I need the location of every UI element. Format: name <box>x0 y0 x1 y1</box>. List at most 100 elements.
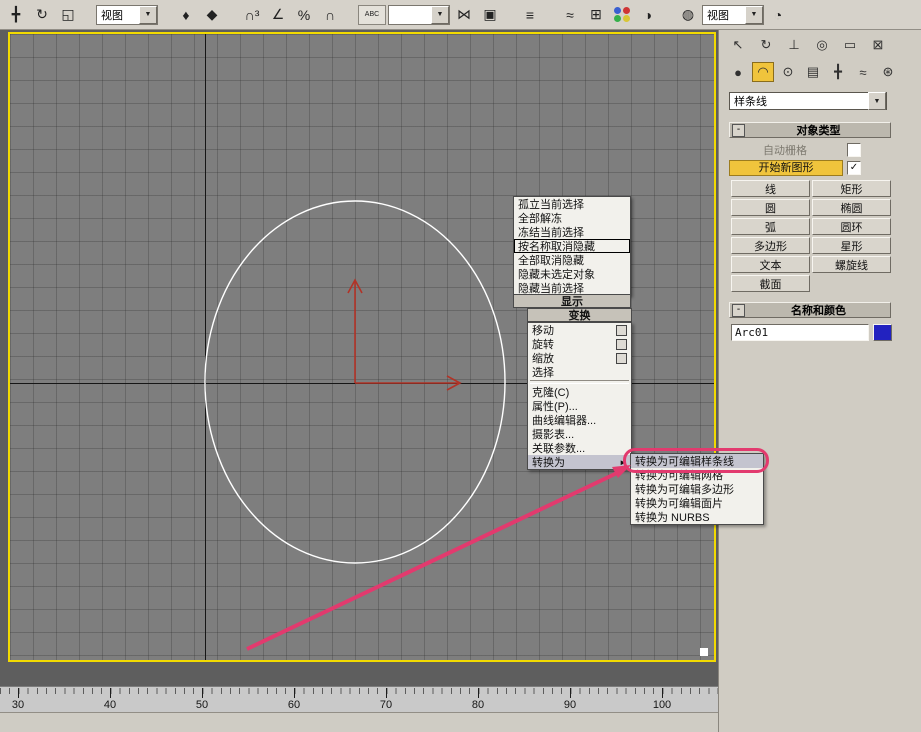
display-menu-item[interactable]: 按名称取消隐藏 <box>514 239 630 253</box>
reference-coordinate-system-combo[interactable]: 视图▼ <box>96 5 158 25</box>
display-tab-icon[interactable]: ▭ <box>839 35 861 55</box>
systems-category-icon[interactable]: ⊛ <box>877 62 899 82</box>
transform-menu-item[interactable]: 关联参数... <box>528 441 631 455</box>
quick-render-icon[interactable]: ◔ <box>766 4 790 26</box>
object-color-swatch[interactable] <box>873 324 892 341</box>
convert-to-submenu: 转换为可编辑样条线转换为可编辑网格转换为可编辑多边形转换为可编辑面片转换为 NU… <box>630 453 764 525</box>
convert-submenu-item[interactable]: 转换为可编辑网格 <box>631 468 763 482</box>
start-new-shape-label: 开始新图形 <box>729 160 843 176</box>
command-panel: ↖↻⊥◎▭⊠ ●◠⊙▤╋≈⊛ 样条线 ▼ - 对象类型 自动栅格 开始新图形 ✓… <box>718 30 921 732</box>
transform-menu-item[interactable]: 曲线编辑器... <box>528 413 631 427</box>
shape-button[interactable]: 星形 <box>812 237 891 254</box>
layer-manager-icon[interactable]: ≡ <box>518 4 542 26</box>
combo-dropdown-arrow-icon[interactable]: ▼ <box>431 6 449 24</box>
transform-menu-item-label: 转换为 <box>532 454 565 470</box>
select-and-scale-icon[interactable]: ◱ <box>56 4 80 26</box>
settings-box-icon[interactable] <box>616 339 627 350</box>
curve-editor-icon[interactable]: ≈ <box>558 4 582 26</box>
settings-box-icon[interactable] <box>616 353 627 364</box>
collapse-icon[interactable]: - <box>732 124 745 137</box>
convert-submenu-item[interactable]: 转换为 NURBS <box>631 510 763 524</box>
convert-submenu-item[interactable]: 转换为可编辑多边形 <box>631 482 763 496</box>
transform-menu-item-label: 选择 <box>532 364 554 380</box>
display-menu-item[interactable]: 孤立当前选择 <box>514 197 630 211</box>
display-menu-item[interactable]: 隐藏当前选择 <box>514 281 630 295</box>
name-color-rollout-header[interactable]: - 名称和颜色 <box>729 302 891 318</box>
motion-tab-icon[interactable]: ◎ <box>811 35 833 55</box>
shapes-category-icon[interactable]: ◠ <box>752 62 774 82</box>
space-warps-category-icon[interactable]: ≈ <box>852 62 874 82</box>
transform-menu-item[interactable]: 移动 <box>528 323 631 337</box>
edit-named-selection-sets-icon[interactable]: ABC <box>358 5 386 25</box>
track-bar-ruler[interactable]: 30405060708090100 <box>0 686 718 713</box>
select-and-rotate-icon[interactable]: ↻ <box>30 4 54 26</box>
ruler-label: 40 <box>104 699 116 711</box>
rollout-title: 名称和颜色 <box>747 302 890 318</box>
use-center-flyout-icon[interactable]: ♦ <box>174 4 198 26</box>
shape-button[interactable]: 截面 <box>731 275 810 292</box>
material-editor-icon[interactable] <box>610 4 634 26</box>
autogrid-checkbox[interactable] <box>847 143 861 157</box>
transform-menu-item[interactable]: 摄影表... <box>528 427 631 441</box>
shape-type-combo[interactable]: 样条线 ▼ <box>729 92 887 110</box>
display-menu-item[interactable]: 冻结当前选择 <box>514 225 630 239</box>
shape-button[interactable]: 圆 <box>731 199 810 216</box>
transform-menu-item[interactable]: 选择 <box>528 365 631 379</box>
schematic-view-icon[interactable]: ⊞ <box>584 4 608 26</box>
ruler-major-tick <box>478 688 479 698</box>
shape-button[interactable]: 弧 <box>731 218 810 235</box>
display-menu-item[interactable]: 全部解冻 <box>514 211 630 225</box>
object-name-field[interactable]: Arc01 <box>731 324 869 341</box>
render-type-teapot-icon[interactable]: ◍ <box>676 4 700 26</box>
shape-type-combo-value: 样条线 <box>734 93 767 109</box>
hierarchy-tab-icon[interactable]: ⊥ <box>783 35 805 55</box>
shape-button[interactable]: 矩形 <box>812 180 891 197</box>
render-viewport-combo[interactable]: 视图▼ <box>702 5 764 25</box>
display-menu-item[interactable]: 全部取消隐藏 <box>514 253 630 267</box>
combo-dropdown-arrow-icon[interactable]: ▼ <box>745 6 763 24</box>
settings-box-icon[interactable] <box>616 325 627 336</box>
combo-dropdown-arrow-icon[interactable]: ▼ <box>139 6 157 24</box>
geometry-category-icon[interactable]: ● <box>727 62 749 82</box>
angle-snap-icon[interactable]: ∠ <box>266 4 290 26</box>
ruler-label: 60 <box>288 699 300 711</box>
shape-button[interactable]: 文本 <box>731 256 810 273</box>
lights-category-icon[interactable]: ⊙ <box>777 62 799 82</box>
cameras-category-icon[interactable]: ▤ <box>802 62 824 82</box>
quad-display-header[interactable]: 显示 <box>513 294 631 308</box>
utilities-tab-icon[interactable]: ⊠ <box>867 35 889 55</box>
convert-submenu-item[interactable]: 转换为可编辑面片 <box>631 496 763 510</box>
shape-button[interactable]: 圆环 <box>812 218 891 235</box>
shape-button[interactable]: 椭圆 <box>812 199 891 216</box>
percent-snap-icon[interactable]: % <box>292 4 316 26</box>
helpers-category-icon[interactable]: ╋ <box>827 62 849 82</box>
create-tab-icon[interactable]: ↖ <box>727 35 749 55</box>
combo-dropdown-arrow-icon[interactable]: ▼ <box>868 92 886 110</box>
mirror-icon[interactable]: ⋈ <box>452 4 476 26</box>
shape-button[interactable]: 多边形 <box>731 237 810 254</box>
modify-tab-icon[interactable]: ↻ <box>755 35 777 55</box>
transform-menu-item[interactable]: 旋转 <box>528 337 631 351</box>
transform-menu-item[interactable]: 缩放 <box>528 351 631 365</box>
spinner-snap-icon[interactable]: ∩ <box>318 4 342 26</box>
status-band <box>0 712 718 732</box>
shape-button[interactable]: 螺旋线 <box>812 256 891 273</box>
align-icon[interactable]: ▣ <box>478 4 502 26</box>
viewport-resize-handle[interactable] <box>700 648 708 656</box>
select-and-move-icon[interactable]: ╋ <box>4 4 28 26</box>
convert-submenu-item[interactable]: 转换为可编辑样条线 <box>631 454 763 468</box>
snaps-toggle-icon[interactable]: ∩³ <box>240 4 264 26</box>
display-menu-item[interactable]: 隐藏未选定对象 <box>514 267 630 281</box>
ruler-major-tick <box>386 688 387 698</box>
shape-button[interactable]: 线 <box>731 180 810 197</box>
transform-menu-item[interactable]: 属性(P)... <box>528 399 631 413</box>
collapse-icon[interactable]: - <box>732 304 745 317</box>
quad-transform-header[interactable]: 变换 <box>527 308 632 322</box>
select-and-manipulate-icon[interactable]: ◆ <box>200 4 224 26</box>
render-setup-icon[interactable]: ◑ <box>636 4 660 26</box>
start-new-shape-checkbox[interactable]: ✓ <box>847 161 861 175</box>
transform-menu-item[interactable]: 克隆(C) <box>528 385 631 399</box>
named-selection-sets-combo[interactable]: ▼ <box>388 5 450 25</box>
object-type-rollout-header[interactable]: - 对象类型 <box>729 122 891 138</box>
transform-menu-item[interactable]: 转换为► <box>528 455 631 469</box>
